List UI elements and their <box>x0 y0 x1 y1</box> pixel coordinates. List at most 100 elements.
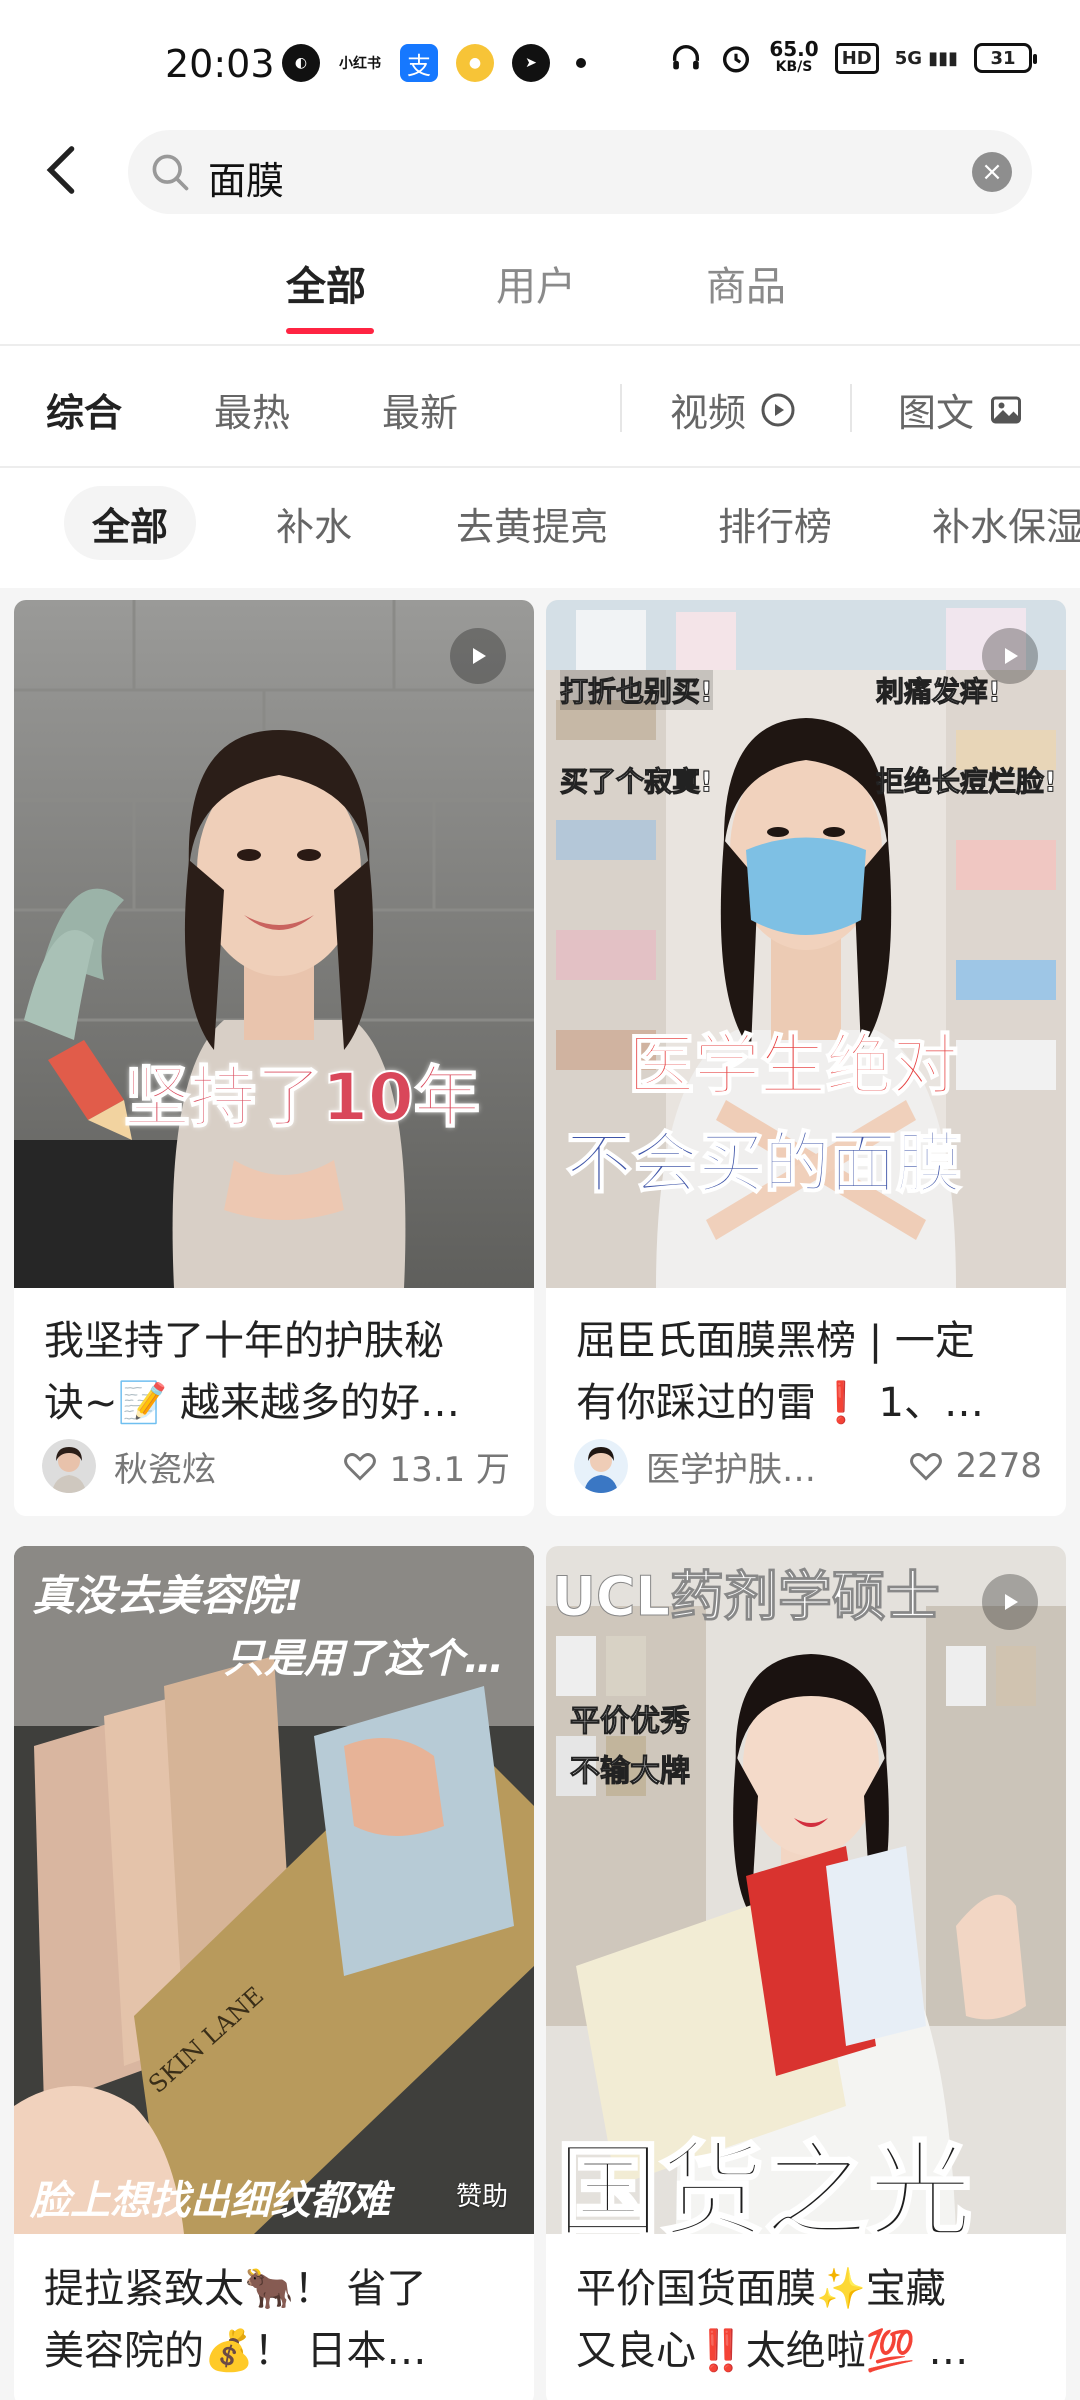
search-input[interactable]: 面膜 <box>208 150 908 205</box>
sort-hottest[interactable]: 最热 <box>214 382 290 437</box>
note-title-line: 我坚持了十年的护肤秘 <box>44 1318 444 1364</box>
divider <box>0 466 1080 468</box>
note-title: 屈臣氏面膜黑榜 | 一定 有你踩过的雷❗ 1、… <box>576 1310 1042 1434</box>
alipay-icon: 支 <box>400 44 438 82</box>
close-icon: × <box>981 157 1003 187</box>
like-count: 13.1 万 <box>389 1449 510 1490</box>
chevron-left-icon <box>46 146 75 194</box>
cover-overlay-text: 坚持了10年 <box>123 1058 481 1137</box>
hd-badge: HD <box>834 42 879 74</box>
search-icon <box>152 154 189 191</box>
filter-video[interactable]: 视频 <box>670 382 796 437</box>
like-button[interactable]: 2278 <box>907 1446 1042 1486</box>
cover-tag: 刺痛发痒! <box>876 675 1002 709</box>
note-title-line: 屈臣氏面膜黑榜 | 一定 <box>576 1318 975 1364</box>
battery-icon: 31 <box>974 43 1037 73</box>
back-button[interactable] <box>28 136 96 204</box>
weibo-icon: ● <box>456 44 494 82</box>
chip-hydrating-moisturizing[interactable]: 补水保湿 <box>904 486 1080 560</box>
heart-icon <box>344 1453 377 1481</box>
avatar[interactable] <box>574 1439 628 1493</box>
cover-headline: UCL药剂学硕士 <box>552 1565 941 1629</box>
note-card[interactable]: 真没去美容院! 只是用了这个… SKIN LANE 脸上想找出细纹都难 赞助 提… <box>14 1546 534 2400</box>
more-notifications-dot <box>576 58 586 68</box>
cover-headline: 脸上想找出细纹都难 <box>30 2178 390 2224</box>
headphones-icon <box>673 45 700 70</box>
filter-image-text-label: 图文 <box>898 391 975 435</box>
note-title-line: 平价国货面膜✨宝藏 <box>576 2266 946 2312</box>
cover-tag: 拒绝长痘烂脸! <box>876 765 1058 799</box>
tab-users[interactable]: 用户 <box>496 254 576 312</box>
chip-brightening[interactable]: 去黄提亮 <box>428 486 636 560</box>
search-box[interactable]: 面膜 × <box>128 130 1032 214</box>
play-icon <box>473 648 486 664</box>
cover-tag: 不输大牌 <box>570 1754 691 1790</box>
status-bar: 20:03 ◐ 小红书 支 ● ➤ 65.0 KB/S HD 5G ▮▮▮ 31 <box>0 0 1080 130</box>
signal-label: 5G <box>894 47 923 69</box>
results-feed: 坚持了10年 我坚持了十年的护肤秘 诀~📝 越来越多的好… 秋瓷炫 13.1 万 <box>0 588 1080 2400</box>
divider <box>0 344 1080 346</box>
cover-headline: 不会买的面膜 <box>565 1124 963 1203</box>
cover-headline: 国货之光 <box>554 2129 973 2254</box>
note-meta: 秋瓷炫 13.1 万 <box>42 1438 510 1494</box>
cover-tag: 打折也别买! <box>560 670 713 710</box>
system-icons: 65.0 KB/S HD 5G ▮▮▮ 31 <box>669 37 1037 76</box>
globe-icon: ◐ <box>282 44 320 82</box>
sort-newest[interactable]: 最新 <box>382 382 458 437</box>
result-tabs: 全部 用户 商品 <box>0 248 1080 338</box>
cover-headline: 医学生绝对 <box>627 1026 959 1105</box>
video-play-button[interactable] <box>982 1574 1038 1630</box>
clear-search-button[interactable]: × <box>972 152 1012 192</box>
like-count: 2278 <box>955 1446 1042 1486</box>
bird-app-icon: ➤ <box>512 44 550 82</box>
cover-headline: 真没去美容院! <box>32 1571 304 1620</box>
like-button[interactable]: 13.1 万 <box>341 1442 510 1491</box>
cover-image <box>14 600 534 1288</box>
note-title-line: 诀~📝 越来越多的好… <box>44 1380 461 1426</box>
chip-all[interactable]: 全部 <box>64 486 197 560</box>
active-tab-indicator <box>286 328 374 334</box>
network-speed: 65.0 KB/S <box>769 37 819 76</box>
notification-icons: ◐ 小红书 支 ● ➤ <box>282 44 586 82</box>
tab-all[interactable]: 全部 <box>286 254 366 312</box>
note-title-line: 又良心‼️太绝啦💯 … <box>576 2328 969 2374</box>
note-card[interactable]: UCL药剂学硕士 平价优秀 不输大牌 国货之光 平价国货面膜✨宝藏 又良心‼️太… <box>546 1546 1066 2400</box>
video-play-button[interactable] <box>450 628 506 684</box>
network-speed-unit: KB/S <box>775 59 813 75</box>
note-meta: 医学护肤… 2278 <box>574 1438 1042 1494</box>
note-title: 提拉紧致太🐂！ 省了 美容院的💰！ 日本… <box>44 2258 510 2382</box>
play-circle-icon <box>761 393 795 426</box>
tab-products[interactable]: 商品 <box>706 254 786 312</box>
cover-headline: 只是用了这个… <box>224 1636 504 1682</box>
play-icon <box>1005 648 1018 664</box>
avatar[interactable] <box>42 1439 96 1493</box>
chip-hydrating[interactable]: 补水 <box>248 486 380 560</box>
note-title: 我坚持了十年的护肤秘 诀~📝 越来越多的好… <box>44 1310 510 1434</box>
sponsored-badge: 赞助 <box>455 2182 508 2212</box>
alarm-icon <box>723 46 750 73</box>
play-icon <box>1005 1594 1018 1610</box>
cover-tag: 平价优秀 <box>570 1704 691 1740</box>
search-results-page: 20:03 ◐ 小红书 支 ● ➤ 65.0 KB/S HD 5G ▮▮▮ 31 <box>0 0 1080 2400</box>
author-name[interactable]: 医学护肤… <box>646 1442 907 1491</box>
note-title: 平价国货面膜✨宝藏 又良心‼️太绝啦💯 … <box>576 2258 1042 2382</box>
xiaohongshu-icon: 小红书 <box>339 56 381 72</box>
heart-icon <box>910 1453 943 1481</box>
cover-tag: 买了个寂寞! <box>560 765 714 799</box>
category-chips: 全部 补水 去黄提亮 排行榜 补水保湿 <box>0 486 1080 566</box>
note-title-line: 美容院的💰！ 日本… <box>44 2328 427 2374</box>
video-play-button[interactable] <box>982 628 1038 684</box>
divider <box>620 384 622 432</box>
note-title-line: 有你踩过的雷❗ 1、… <box>576 1380 984 1426</box>
network-speed-value: 65.0 <box>769 37 819 61</box>
author-name[interactable]: 秋瓷炫 <box>114 1442 341 1491</box>
filter-image-text[interactable]: 图文 <box>898 382 1024 437</box>
image-icon <box>991 396 1022 423</box>
filter-video-label: 视频 <box>670 391 747 435</box>
chip-ranking[interactable]: 排行榜 <box>690 486 860 560</box>
divider <box>850 384 852 432</box>
sort-comprehensive[interactable]: 综合 <box>46 382 122 437</box>
note-card[interactable]: 坚持了10年 我坚持了十年的护肤秘 诀~📝 越来越多的好… 秋瓷炫 13.1 万 <box>14 600 534 1516</box>
note-title-line: 提拉紧致太🐂！ 省了 <box>44 2266 427 2312</box>
note-card[interactable]: 打折也别买! 刺痛发痒! 买了个寂寞! 拒绝长痘烂脸! 医学生绝对 不会买的面膜… <box>546 600 1066 1516</box>
